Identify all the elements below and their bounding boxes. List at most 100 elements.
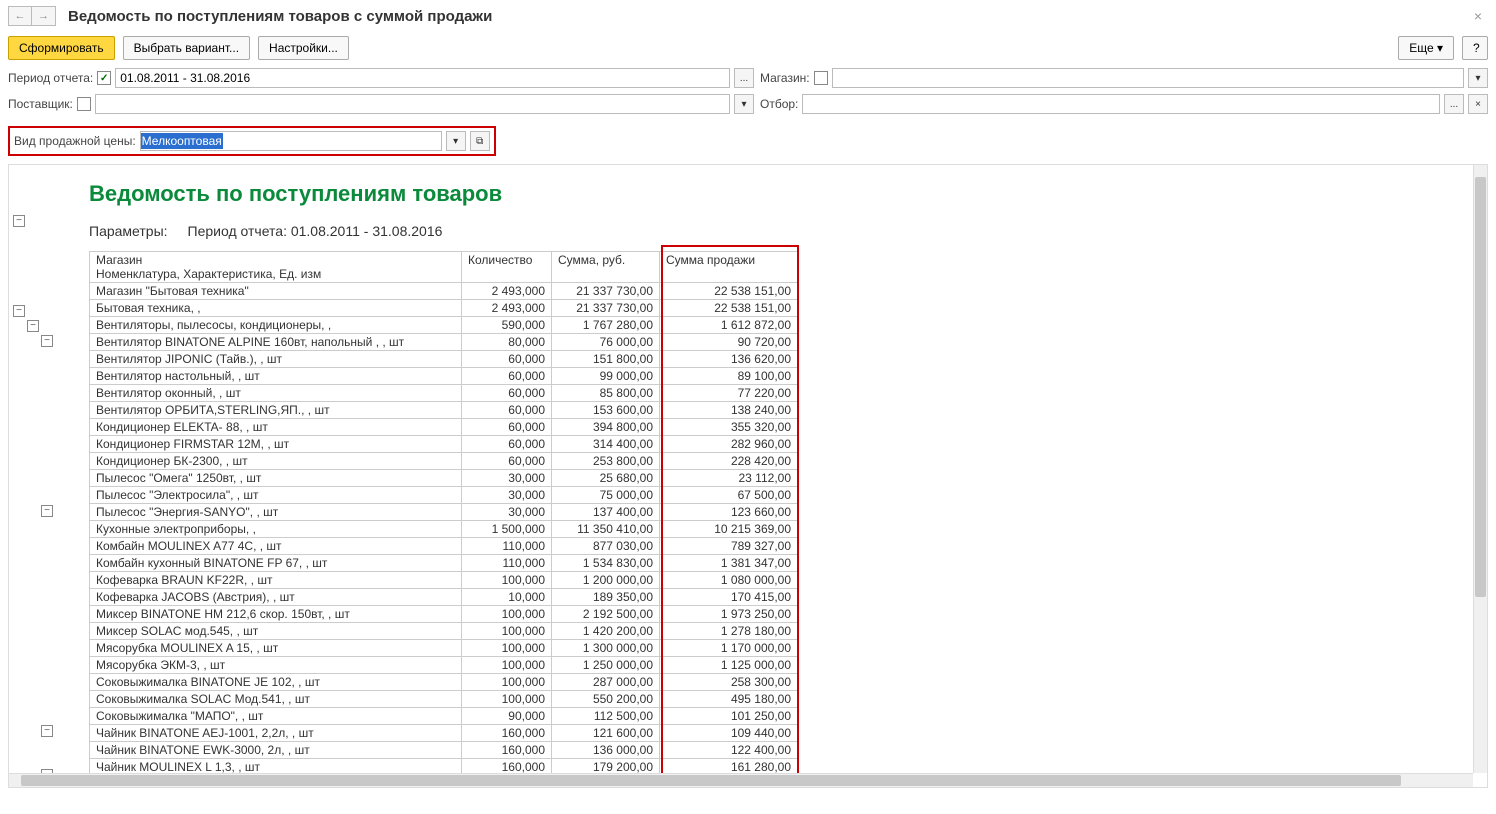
cell-name: Кондиционер БК-2300, , шт	[90, 453, 462, 470]
cell-sale: 282 960,00	[660, 436, 798, 453]
price-type-label: Вид продажной цены:	[14, 134, 136, 148]
price-type-dropdown-button[interactable]: ▾	[446, 131, 466, 151]
table-row[interactable]: Чайник BINATONE AEJ-1001, 2,2л, , шт160,…	[90, 725, 1438, 742]
report-table: Магазин Номенклатура, Характеристика, Ед…	[89, 251, 1438, 773]
table-row[interactable]: Вентилятор настольный, , шт60,00099 000,…	[90, 368, 1438, 385]
tree-toggle[interactable]: −	[13, 305, 25, 317]
help-button[interactable]: ?	[1462, 36, 1488, 60]
cell-sale: 1 125 000,00	[660, 657, 798, 674]
col-header-item: Номенклатура, Характеристика, Ед. изм	[96, 267, 455, 281]
cell-name: Кухонные электроприборы, ,	[90, 521, 462, 538]
table-row[interactable]: Вентилятор оконный, , шт60,00085 800,007…	[90, 385, 1438, 402]
table-row[interactable]: Вентилятор ОРБИТА,STERLING,ЯП., , шт60,0…	[90, 402, 1438, 419]
cell-sale: 138 240,00	[660, 402, 798, 419]
table-row[interactable]: Чайник MOULINEX L 1,3, , шт160,000179 20…	[90, 759, 1438, 774]
horizontal-scrollbar[interactable]	[9, 773, 1473, 787]
cell-name: Пылесос "Энергия-SANYO", , шт	[90, 504, 462, 521]
cell-sale: 170 415,00	[660, 589, 798, 606]
table-row[interactable]: Магазин "Бытовая техника"2 493,00021 337…	[90, 283, 1438, 300]
cell-sum: 189 350,00	[552, 589, 660, 606]
cell-qty: 100,000	[462, 657, 552, 674]
cell-qty: 100,000	[462, 623, 552, 640]
window-title: Ведомость по поступлениям товаров с сумм…	[68, 8, 492, 25]
table-row[interactable]: Пылесос "Электросила", , шт30,00075 000,…	[90, 487, 1438, 504]
cell-sale: 355 320,00	[660, 419, 798, 436]
supplier-input[interactable]	[95, 94, 730, 114]
period-picker-button[interactable]: ...	[734, 68, 754, 88]
cell-sum: 550 200,00	[552, 691, 660, 708]
table-row[interactable]: Пылесос "Омега" 1250вт, , шт30,00025 680…	[90, 470, 1438, 487]
close-button[interactable]: ×	[1468, 6, 1488, 26]
cell-qty: 60,000	[462, 453, 552, 470]
price-type-open-button[interactable]: ⧉	[470, 131, 490, 151]
table-row[interactable]: Соковыжималка "МАПО", , шт90,000112 500,…	[90, 708, 1438, 725]
table-row[interactable]: Мясорубка MOULINEX A 15, , шт100,0001 30…	[90, 640, 1438, 657]
table-row[interactable]: Кондиционер ELEKTA- 88, , шт60,000394 80…	[90, 419, 1438, 436]
supplier-checkbox[interactable]	[77, 97, 91, 111]
settings-button[interactable]: Настройки...	[258, 36, 349, 60]
table-row[interactable]: Кухонные электроприборы, ,1 500,00011 35…	[90, 521, 1438, 538]
table-row[interactable]: Пылесос "Энергия-SANYO", , шт30,000137 4…	[90, 504, 1438, 521]
nav-forward-button[interactable]: →	[32, 6, 56, 26]
period-label: Период отчета:	[8, 71, 93, 85]
store-dropdown-button[interactable]: ▾	[1468, 68, 1488, 88]
cell-sale: 23 112,00	[660, 470, 798, 487]
cell-name: Кофеварка BRAUN KF22R, , шт	[90, 572, 462, 589]
table-row[interactable]: Кондиционер БК-2300, , шт60,000253 800,0…	[90, 453, 1438, 470]
tree-toggle[interactable]: −	[13, 215, 25, 227]
cell-qty: 160,000	[462, 742, 552, 759]
nav-back-button[interactable]: ←	[8, 6, 32, 26]
cell-sale: 495 180,00	[660, 691, 798, 708]
report-title: Ведомость по поступлениям товаров	[89, 165, 1473, 217]
cell-sale: 1 278 180,00	[660, 623, 798, 640]
table-row[interactable]: Бытовая техника, ,2 493,00021 337 730,00…	[90, 300, 1438, 317]
tree-toggle[interactable]: −	[41, 505, 53, 517]
cell-sale: 1 973 250,00	[660, 606, 798, 623]
generate-button[interactable]: Сформировать	[8, 36, 115, 60]
vertical-scrollbar[interactable]	[1473, 165, 1487, 773]
tree-toggle[interactable]: −	[41, 335, 53, 347]
cell-sum: 179 200,00	[552, 759, 660, 774]
more-button[interactable]: Еще ▾	[1398, 36, 1454, 60]
col-header-sum: Сумма, руб.	[552, 252, 660, 283]
supplier-dropdown-button[interactable]: ▾	[734, 94, 754, 114]
cell-sale: 22 538 151,00	[660, 283, 798, 300]
cell-qty: 1 500,000	[462, 521, 552, 538]
table-row[interactable]: Кофеварка BRAUN KF22R, , шт100,0001 200 …	[90, 572, 1438, 589]
period-checkbox[interactable]	[97, 71, 111, 85]
table-row[interactable]: Соковыжималка BINATONE JE 102, , шт100,0…	[90, 674, 1438, 691]
filter-picker-button[interactable]: ...	[1444, 94, 1464, 114]
store-checkbox[interactable]	[814, 71, 828, 85]
cell-sum: 121 600,00	[552, 725, 660, 742]
cell-name: Комбайн MOULINEX A77 4C, , шт	[90, 538, 462, 555]
table-row[interactable]: Кофеварка JACOBS (Австрия), , шт10,00018…	[90, 589, 1438, 606]
choose-variant-button[interactable]: Выбрать вариант...	[123, 36, 250, 60]
tree-toggle[interactable]: −	[41, 725, 53, 737]
period-input[interactable]	[115, 68, 730, 88]
table-row[interactable]: Чайник BINATONE EWK-3000, 2л, , шт160,00…	[90, 742, 1438, 759]
table-row[interactable]: Вентиляторы, пылесосы, кондиционеры, ,59…	[90, 317, 1438, 334]
cell-sum: 76 000,00	[552, 334, 660, 351]
table-row[interactable]: Кондиционер FIRMSTAR 12M, , шт60,000314 …	[90, 436, 1438, 453]
table-row[interactable]: Комбайн кухонный BINATONE FP 67, , шт110…	[90, 555, 1438, 572]
cell-qty: 60,000	[462, 436, 552, 453]
table-row[interactable]: Мясорубка ЭКМ-3, , шт100,0001 250 000,00…	[90, 657, 1438, 674]
price-type-value: Мелкооптовая	[141, 133, 223, 149]
price-type-input[interactable]: Мелкооптовая	[140, 131, 442, 151]
table-row[interactable]: Соковыжималка SOLAC Мод.541, , шт100,000…	[90, 691, 1438, 708]
table-row[interactable]: Миксер BINATONE HM 212,6 скор. 150вт, , …	[90, 606, 1438, 623]
filter-clear-button[interactable]: ×	[1468, 94, 1488, 114]
cell-sale: 109 440,00	[660, 725, 798, 742]
table-row[interactable]: Миксер SOLAC мод.545, , шт100,0001 420 2…	[90, 623, 1438, 640]
col-header-qty: Количество	[462, 252, 552, 283]
cell-qty: 60,000	[462, 402, 552, 419]
table-row[interactable]: Вентилятор BINATONE ALPINE 160вт, наполь…	[90, 334, 1438, 351]
cell-qty: 100,000	[462, 640, 552, 657]
table-row[interactable]: Вентилятор JIPONIC (Тайв.), , шт60,00015…	[90, 351, 1438, 368]
tree-toggle[interactable]: −	[27, 320, 39, 332]
cell-sum: 2 192 500,00	[552, 606, 660, 623]
cell-name: Вентилятор настольный, , шт	[90, 368, 462, 385]
store-input[interactable]	[832, 68, 1464, 88]
table-row[interactable]: Комбайн MOULINEX A77 4C, , шт110,000877 …	[90, 538, 1438, 555]
filter-input[interactable]	[802, 94, 1440, 114]
